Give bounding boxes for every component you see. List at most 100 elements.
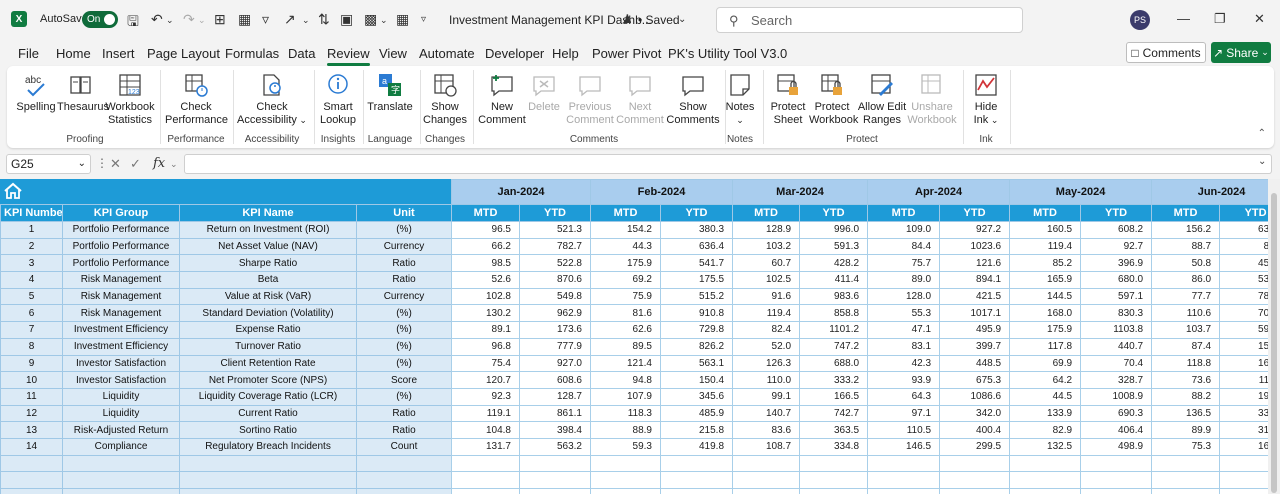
ytd-value-cell[interactable]: 299.5: [939, 437, 1011, 456]
mtd-value-cell[interactable]: 93.9: [867, 371, 941, 389]
ytd-value-cell[interactable]: 345.6: [659, 387, 734, 406]
kpi-name-cell[interactable]: Return on Investment (ROI): [179, 221, 357, 239]
mtd-value-cell[interactable]: 110.0: [732, 371, 801, 389]
table-icon[interactable]: ▦: [238, 11, 251, 28]
mtd-value-cell[interactable]: 89.5: [590, 337, 661, 356]
mtd-value-cell[interactable]: 77.7: [1151, 287, 1221, 306]
kpi-number-cell[interactable]: 5: [0, 287, 63, 306]
unit-cell[interactable]: (%): [356, 354, 452, 373]
empty-cell[interactable]: [451, 454, 520, 473]
mtd-value-cell[interactable]: 55.3: [867, 304, 941, 323]
spelling-button[interactable]: abc Spelling: [15, 72, 57, 114]
kpi-number-cell[interactable]: 4: [0, 271, 63, 289]
name-box[interactable]: G25 ⌄: [6, 154, 91, 174]
customize-qat-icon[interactable]: ▿: [421, 14, 426, 25]
mtd-value-cell[interactable]: 98.5: [451, 254, 520, 273]
ytd-value-cell[interactable]: 830.3: [1080, 304, 1153, 323]
sub-header-ytd[interactable]: YTD: [659, 204, 734, 222]
ytd-value-cell[interactable]: 910.8: [659, 304, 734, 323]
sub-header-mtd[interactable]: MTD: [1151, 204, 1221, 222]
save-icon[interactable]: 🖫: [127, 11, 139, 35]
ytd-value-cell[interactable]: 128.7: [519, 387, 591, 406]
mtd-value-cell[interactable]: 89.0: [867, 271, 941, 289]
ytd-value-cell[interactable]: 456.6: [1219, 254, 1268, 273]
search-box[interactable]: ⚲ Search: [716, 7, 1023, 33]
mtd-value-cell[interactable]: 73.6: [1151, 371, 1221, 389]
ytd-value-cell[interactable]: 729.8: [659, 321, 734, 339]
sub-header-mtd[interactable]: MTD: [590, 204, 661, 222]
empty-cell[interactable]: [1151, 488, 1221, 494]
kpi-number-cell[interactable]: 14: [0, 437, 63, 456]
ytd-value-cell[interactable]: 983.6: [799, 287, 869, 306]
ytd-value-cell[interactable]: 70.4: [1080, 354, 1153, 373]
kpi-name-cell[interactable]: Sortino Ratio: [179, 421, 357, 439]
unit-cell[interactable]: Ratio: [356, 404, 452, 423]
collapse-ribbon-icon[interactable]: ⌃: [1258, 128, 1266, 139]
mtd-value-cell[interactable]: 119.4: [732, 304, 801, 323]
kpi-name-cell[interactable]: Net Promoter Score (NPS): [179, 371, 357, 389]
ytd-value-cell[interactable]: 440.7: [1080, 337, 1153, 356]
empty-cell[interactable]: [1009, 454, 1082, 473]
mtd-value-cell[interactable]: 86.0: [1151, 271, 1221, 289]
unit-cell[interactable]: (%): [356, 387, 452, 406]
ytd-value-cell[interactable]: 996.0: [799, 221, 869, 239]
cancel-icon[interactable]: ✕: [110, 156, 121, 172]
ytd-value-cell[interactable]: 175.5: [659, 271, 734, 289]
empty-cell[interactable]: [867, 488, 941, 494]
empty-cell[interactable]: [519, 471, 591, 489]
kpi-name-cell[interactable]: Sharpe Ratio: [179, 254, 357, 273]
kpi-group-cell[interactable]: Risk Management: [62, 304, 180, 323]
mtd-value-cell[interactable]: 52.0: [732, 337, 801, 356]
empty-cell[interactable]: [659, 488, 734, 494]
mtd-value-cell[interactable]: 85.2: [1009, 254, 1082, 273]
header-unit[interactable]: Unit: [356, 204, 452, 222]
kpi-number-cell[interactable]: 6: [0, 304, 63, 323]
kpi-name-cell[interactable]: Beta: [179, 271, 357, 289]
mtd-value-cell[interactable]: 104.8: [451, 421, 520, 439]
empty-cell[interactable]: [62, 488, 180, 494]
mtd-value-cell[interactable]: 119.4: [1009, 237, 1082, 256]
kpi-name-cell[interactable]: Net Asset Value (NAV): [179, 237, 357, 256]
ytd-value-cell[interactable]: 1101.2: [799, 321, 869, 339]
month-header[interactable]: Jan-2024: [451, 179, 591, 205]
ytd-value-cell[interactable]: 522.8: [519, 254, 591, 273]
kpi-number-cell[interactable]: 12: [0, 404, 63, 423]
mtd-value-cell[interactable]: 96.8: [451, 337, 520, 356]
mtd-value-cell[interactable]: 64.2: [1009, 371, 1082, 389]
ytd-value-cell[interactable]: 406.4: [1080, 421, 1153, 439]
ytd-value-cell[interactable]: 787.8: [1219, 287, 1268, 306]
ytd-value-cell[interactable]: 498.9: [1080, 437, 1153, 456]
mtd-value-cell[interactable]: 92.3: [451, 387, 520, 406]
kpi-number-cell[interactable]: 7: [0, 321, 63, 339]
empty-cell[interactable]: [62, 454, 180, 473]
kpi-group-cell[interactable]: Investment Efficiency: [62, 321, 180, 339]
ytd-value-cell[interactable]: 1103.8: [1080, 321, 1153, 339]
month-header[interactable]: May-2024: [1009, 179, 1153, 205]
kpi-group-cell[interactable]: Investor Satisfaction: [62, 354, 180, 373]
kpi-number-cell[interactable]: 13: [0, 421, 63, 439]
translate-button[interactable]: a字 Translate: [366, 72, 414, 114]
sub-header-ytd[interactable]: YTD: [799, 204, 869, 222]
empty-cell[interactable]: [519, 454, 591, 473]
tab-utility-tool[interactable]: PK's Utility Tool V3.0: [668, 46, 787, 61]
mtd-value-cell[interactable]: 119.1: [451, 404, 520, 423]
ytd-value-cell[interactable]: 688.0: [799, 354, 869, 373]
minimize-icon[interactable]: —: [1177, 11, 1190, 26]
kpi-group-cell[interactable]: Risk Management: [62, 271, 180, 289]
empty-cell[interactable]: [659, 471, 734, 489]
mtd-value-cell[interactable]: 91.6: [732, 287, 801, 306]
next-comment-button[interactable]: Next Comment: [615, 72, 665, 127]
ytd-value-cell[interactable]: 1086.6: [939, 387, 1011, 406]
mtd-value-cell[interactable]: 75.3: [1151, 437, 1221, 456]
empty-cell[interactable]: [62, 471, 180, 489]
empty-cell[interactable]: [1219, 454, 1268, 473]
sub-header-mtd[interactable]: MTD: [451, 204, 520, 222]
tab-insert[interactable]: Insert: [102, 46, 135, 61]
ytd-value-cell[interactable]: 316.2: [1219, 421, 1268, 439]
form-icon[interactable]: ▣: [340, 11, 353, 28]
empty-cell[interactable]: [0, 488, 63, 494]
mtd-value-cell[interactable]: 89.9: [1151, 421, 1221, 439]
check-accessibility-button[interactable]: Check Accessibility ⌄: [237, 72, 307, 127]
ytd-value-cell[interactable]: 1023.6: [939, 237, 1011, 256]
ytd-value-cell[interactable]: 861.1: [519, 404, 591, 423]
